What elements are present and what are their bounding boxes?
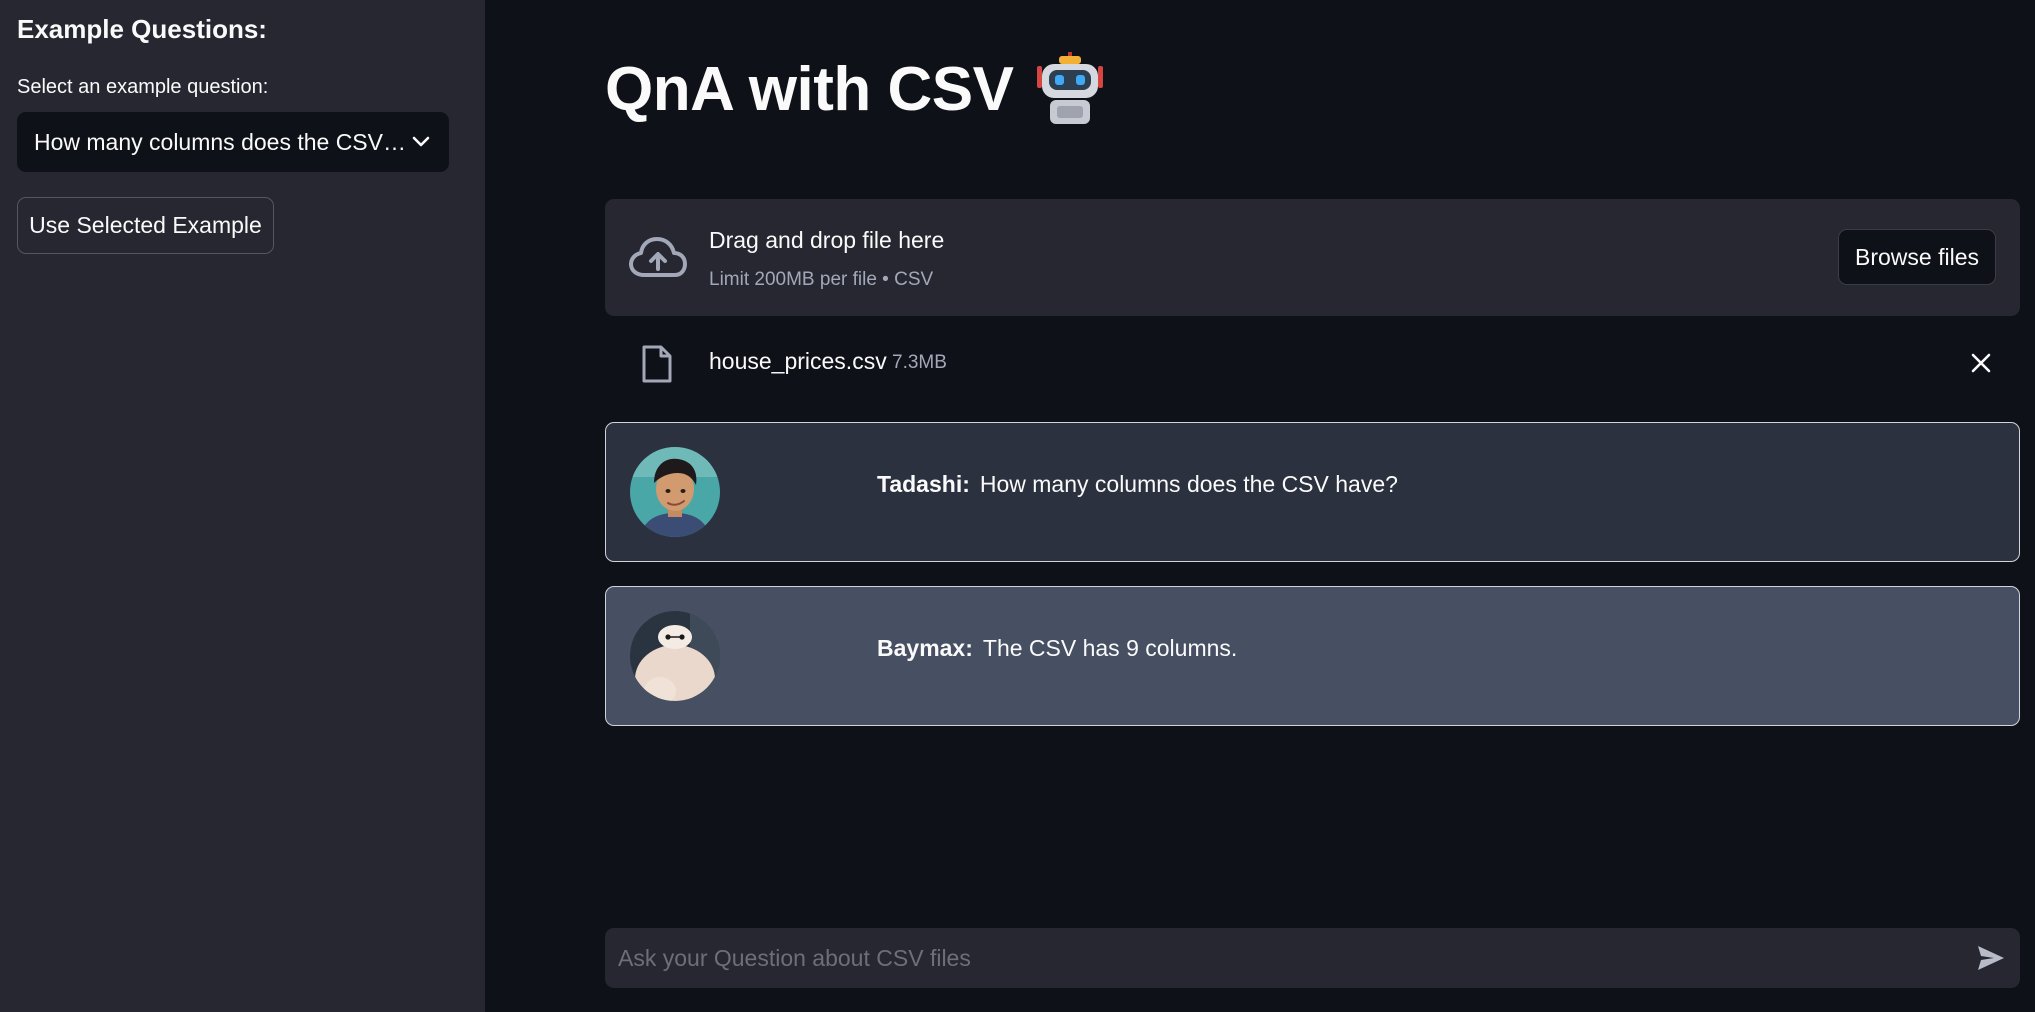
chat-message-speaker: Tadashi: (877, 471, 970, 497)
chat-message-speaker: Baymax: (877, 635, 973, 661)
file-icon (641, 344, 673, 384)
dropzone-subtitle: Limit 200MB per file • CSV (709, 269, 934, 290)
sidebar: Example Questions: Select an example que… (0, 0, 485, 1012)
example-select-label: Select an example question: (17, 76, 269, 98)
use-selected-example-button[interactable]: Use Selected Example (17, 197, 274, 254)
chat-message-text: Baymax: The CSV has 9 columns. (877, 635, 1237, 662)
chat-input-container (605, 928, 2020, 988)
browse-files-button[interactable]: Browse files (1838, 229, 1996, 285)
chat-message-body: The CSV has 9 columns. (982, 635, 1238, 661)
uploaded-file-row: house_prices.csv 7.3MB (605, 330, 2020, 396)
example-select-value: How many columns does the CSV have? (34, 128, 409, 155)
chevron-down-icon (409, 130, 433, 154)
sidebar-heading: Example Questions: (17, 14, 267, 44)
app-root: Example Questions: Select an example que… (0, 0, 2035, 1012)
cloud-upload-icon (629, 235, 687, 281)
robot-icon (1035, 52, 1105, 126)
file-dropzone[interactable]: Drag and drop file here Limit 200MB per … (605, 199, 2020, 316)
send-icon[interactable] (1976, 944, 2006, 972)
uploaded-file-name: house_prices.csv (709, 348, 887, 374)
chat-message-bot: Baymax: The CSV has 9 columns. (605, 586, 2020, 726)
chat-input[interactable] (605, 928, 1945, 988)
page-title-text: QnA with CSV (605, 54, 1014, 124)
example-question-select[interactable]: How many columns does the CSV have? (17, 112, 449, 172)
tadashi-avatar (630, 447, 720, 537)
baymax-avatar (630, 611, 720, 701)
uploaded-file-size: 7.3MB (892, 352, 947, 373)
chat-message-text: Tadashi: How many columns does the CSV ha… (877, 471, 1398, 498)
chat-message-body: How many columns does the CSV have? (979, 471, 1398, 497)
close-icon[interactable] (1970, 352, 1992, 374)
page-title: QnA with CSV (605, 52, 1105, 126)
chat-message-user: Tadashi: How many columns does the CSV ha… (605, 422, 2020, 562)
dropzone-title: Drag and drop file here (709, 227, 945, 253)
